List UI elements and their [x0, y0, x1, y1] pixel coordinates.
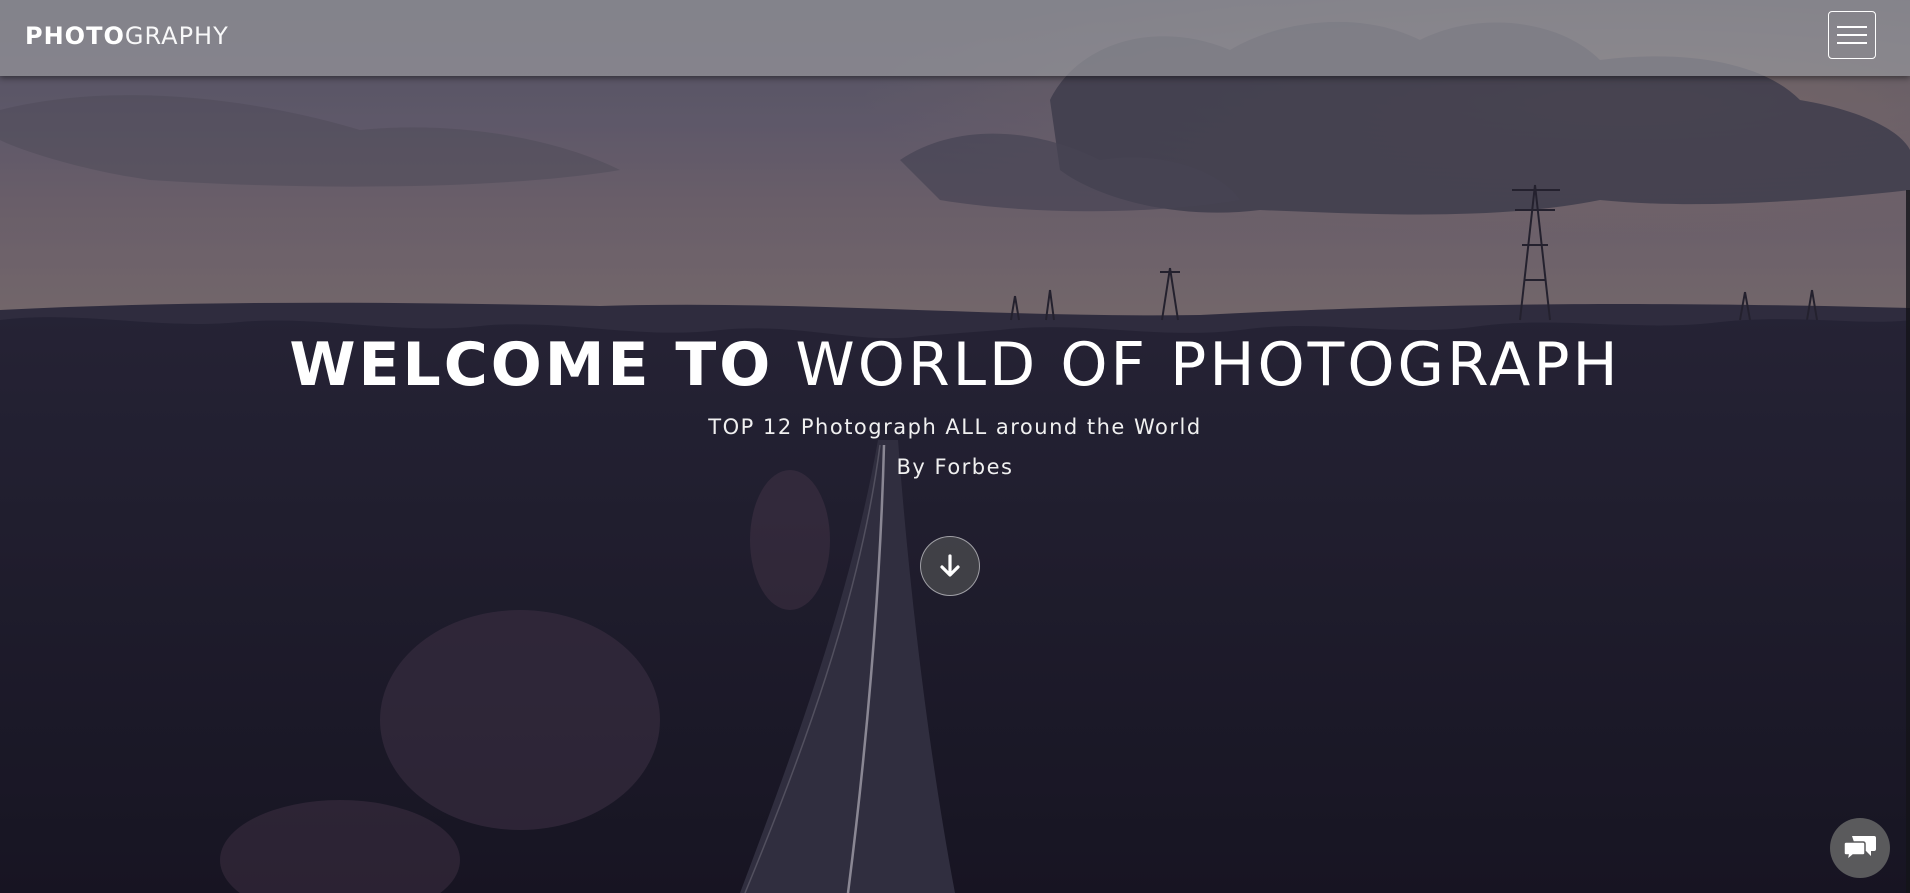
arrow-down-icon: [940, 554, 960, 577]
brand-bold-text: PHOTO: [25, 22, 125, 50]
hero-title-thin: WORLD OF PHOTOGRAPH: [795, 330, 1621, 400]
scroll-down-button[interactable]: [920, 536, 980, 596]
hero-author: By Forbes: [896, 455, 1014, 479]
hero-title-strong: WELCOME TO: [289, 330, 774, 400]
scrollbar[interactable]: [1906, 190, 1910, 893]
menu-toggle-button[interactable]: [1828, 11, 1876, 59]
top-navbar: PHOTOGRAPHY: [0, 0, 1910, 76]
brand-light-text: GRAPHY: [124, 22, 229, 50]
chat-widget-button[interactable]: [1830, 818, 1890, 878]
hero-content: WELCOME TO WORLD OF PHOTOGRAPH TOP 12 Ph…: [0, 330, 1910, 482]
chat-bubbles-icon: [1843, 836, 1876, 862]
brand-logo[interactable]: PHOTOGRAPHY: [25, 22, 229, 50]
hero-subtitle: TOP 12 Photograph ALL around the World: [708, 415, 1202, 439]
hero-title: WELCOME TO WORLD OF PHOTOGRAPH: [0, 330, 1910, 400]
page: PHOTOGRAPHY WELCOME TO WORLD OF PHOTOGRA…: [0, 0, 1910, 893]
